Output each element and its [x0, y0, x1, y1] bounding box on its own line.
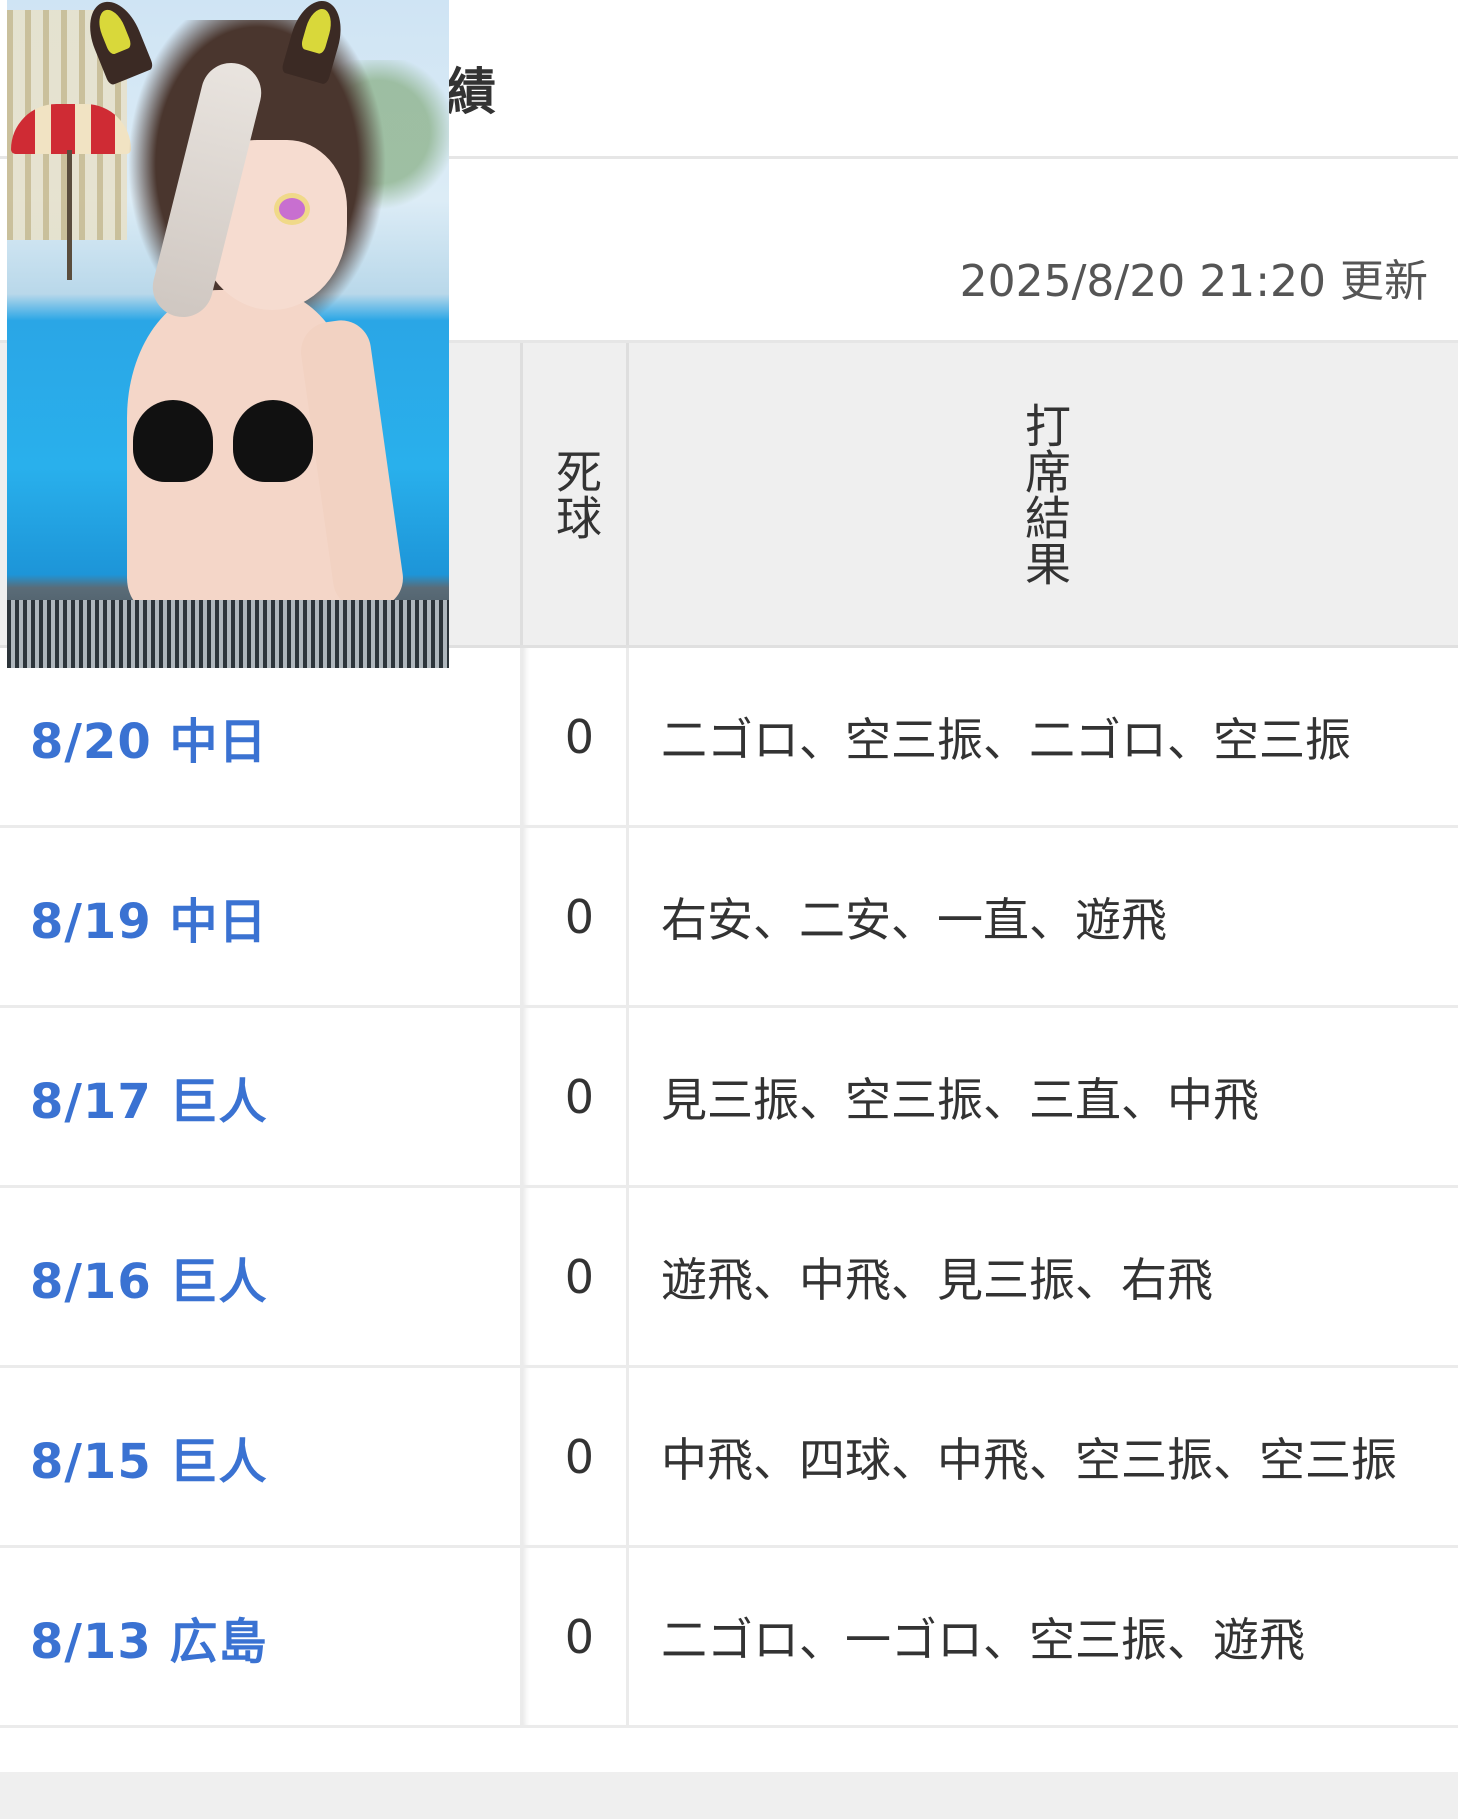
at-bat-result-cell: 中飛、四球、中飛、空三振、空三振 [626, 1368, 1458, 1545]
dead-ball-cell: 0 [520, 1008, 626, 1185]
header-cell-at-bat-result: 打席結果 [626, 343, 1458, 645]
header-cell-dead-ball: 死球 [520, 343, 629, 645]
at-bat-result-cell: 右安、二安、一直、遊飛 [626, 828, 1458, 1005]
table-row: 8/19 中日 0 右安、二安、一直、遊飛 [0, 828, 1458, 1008]
header-label-at-bat-result: 打席結果 [1018, 402, 1072, 586]
umbrella-pole [67, 150, 72, 280]
game-date-link[interactable]: 8/15 巨人 [0, 1368, 520, 1545]
at-bat-result-cell: 二ゴロ、一ゴロ、空三振、遊飛 [626, 1548, 1458, 1725]
table-row: 8/17 巨人 0 見三振、空三振、三直、中飛 [0, 1008, 1458, 1188]
swimsuit-shape [133, 400, 213, 482]
game-date-link[interactable]: 8/20 中日 [0, 648, 520, 825]
illustration-image [7, 0, 449, 668]
updated-timestamp: 2025/8/20 21:20 更新 [959, 256, 1428, 307]
table-row: 8/13 広島 0 二ゴロ、一ゴロ、空三振、遊飛 [0, 1548, 1458, 1728]
eye-shape [279, 198, 305, 220]
game-date-link[interactable]: 8/19 中日 [0, 828, 520, 1005]
at-bat-result-cell: 見三振、空三振、三直、中飛 [626, 1008, 1458, 1185]
table-row: 8/15 巨人 0 中飛、四球、中飛、空三振、空三振 [0, 1368, 1458, 1548]
dead-ball-cell: 0 [520, 1188, 626, 1365]
table-row: 8/20 中日 0 二ゴロ、空三振、二ゴロ、空三振 [0, 648, 1458, 828]
page-title: 績 [446, 63, 496, 121]
dead-ball-cell: 0 [520, 828, 626, 1005]
header-label-dead-ball: 死球 [549, 448, 603, 540]
table-row: 8/16 巨人 0 遊飛、中飛、見三振、右飛 [0, 1188, 1458, 1368]
swimsuit-shape [233, 400, 313, 482]
at-bat-result-cell: 二ゴロ、空三振、二ゴロ、空三振 [626, 648, 1458, 825]
page: 績 2025/8/20 21:20 更新 死球 打席結果 8/20 中日 0 二… [0, 0, 1458, 1819]
game-date-link[interactable]: 8/17 巨人 [0, 1008, 520, 1185]
game-date-link[interactable]: 8/13 広島 [0, 1548, 520, 1725]
game-date-link[interactable]: 8/16 巨人 [0, 1188, 520, 1365]
pool-rail-shape [7, 600, 449, 668]
dead-ball-cell: 0 [520, 1368, 626, 1545]
footer-band [0, 1772, 1458, 1819]
at-bat-result-cell: 遊飛、中飛、見三振、右飛 [626, 1188, 1458, 1365]
dead-ball-cell: 0 [520, 1548, 626, 1725]
dead-ball-cell: 0 [520, 648, 626, 825]
